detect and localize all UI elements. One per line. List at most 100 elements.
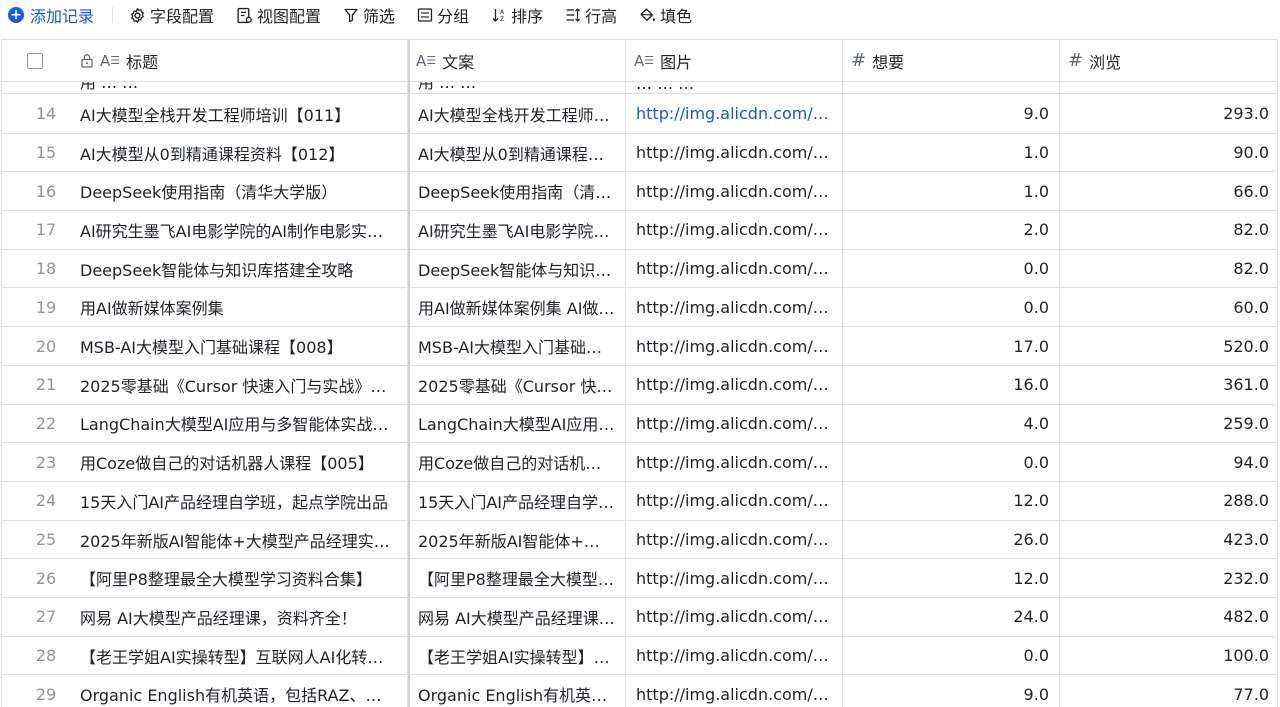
cell-views[interactable]: 77.0	[1060, 676, 1277, 707]
cell-image[interactable]: http://img.alicdn.com/bao/uploaded	[626, 249, 843, 288]
table-row[interactable]: 20 MSB-AI大模型入门基础课程【008】 MSB-AI大模型入门基础课程【00…	[2, 327, 1277, 366]
cell-image[interactable]: http://img.alicdn.com/bao/uploaded	[626, 365, 843, 404]
cell-title[interactable]: 2025零基础《Cursor 快速入门与实战》课程	[68, 365, 408, 404]
cell-copy[interactable]: 2025零基础《Cursor 快速入门与实战》	[408, 365, 626, 404]
cell-copy[interactable]: 【老王学姐AI实操转型】互联网人AI化	[408, 636, 626, 675]
cell-image[interactable]: http://img.alicdn.com/bao/uploaded	[626, 211, 843, 249]
group-button[interactable]: 分组	[417, 0, 469, 30]
table-row[interactable]: 27 网易 AI大模型产品经理课，资料齐全！ 网易 AI大模型产品经理课，资料齐全！…	[2, 598, 1277, 637]
table-row[interactable]: 26 【阿里P8整理最全大模型学习资料合集】 【阿里P8整理最全大模型学习资料合集】…	[2, 559, 1277, 599]
cell-title[interactable]: 用 … …	[68, 82, 408, 93]
cell-copy[interactable]: DeepSeek智能体与知识库搭建全攻略	[408, 249, 626, 288]
table-row[interactable]: 23 用Coze做自己的对话机器人课程【005】 用Coze做自己的对话机器人课程【…	[2, 443, 1277, 482]
cell-views[interactable]: 94.0	[1060, 443, 1277, 481]
table-row[interactable]: 18 DeepSeek智能体与知识库搭建全攻略 DeepSeek智能体与知识库搭建全…	[2, 249, 1277, 289]
field-config-button[interactable]: 字段配置	[129, 0, 214, 30]
cell-title[interactable]: AI大模型从0到精通课程资料【012】	[68, 133, 408, 172]
cell-title[interactable]: AI大模型全栈开发工程师培训【011】	[68, 95, 408, 133]
cell-image[interactable]: http://img.alicdn.com/bao/uploaded	[626, 327, 843, 365]
cell-want[interactable]: 0.0	[843, 288, 1060, 327]
table-row[interactable]: 15 AI大模型从0到精通课程资料【012】 AI大模型从0到精通课程资料【012】…	[2, 133, 1277, 173]
cell-want[interactable]	[843, 82, 1060, 93]
cell-copy[interactable]: AI大模型从0到精通课程资料【012】	[408, 133, 626, 172]
cell-want[interactable]: 24.0	[843, 598, 1060, 636]
cell-views[interactable]: 232.0	[1060, 559, 1277, 597]
cell-copy[interactable]: MSB-AI大模型入门基础课程【008】	[408, 327, 626, 365]
column-header-want[interactable]: # 想要	[843, 40, 1060, 81]
cell-title[interactable]: 用Coze做自己的对话机器人课程【005】	[68, 443, 408, 481]
cell-want[interactable]: 4.0	[843, 404, 1060, 443]
table-row[interactable]: 16 DeepSeek使用指南（清华大学版） DeepSeek使用指南（清华大学版）…	[2, 172, 1277, 212]
cell-title[interactable]: 网易 AI大模型产品经理课，资料齐全！	[68, 598, 408, 636]
view-config-button[interactable]: 视图配置	[236, 0, 321, 30]
cell-copy[interactable]: 【阿里P8整理最全大模型学习资料合集】	[408, 559, 626, 598]
cell-want[interactable]: 9.0	[843, 675, 1060, 707]
cell-want[interactable]: 1.0	[843, 133, 1060, 172]
cell-views[interactable]: 60.0	[1060, 289, 1277, 327]
cell-title[interactable]: LangChain大模型AI应用与多智能体实战开发	[68, 404, 408, 443]
table-row[interactable]: 19 用AI做新媒体案例集 用AI做新媒体案例集 AI做新媒体 http://img.…	[2, 288, 1277, 328]
cell-views[interactable]: 82.0	[1060, 250, 1277, 288]
select-all-checkbox[interactable]	[27, 52, 43, 69]
table-row[interactable]: 29 Organic English有机英语，包括RAZ、降维等 Organic E…	[2, 675, 1277, 707]
cell-copy[interactable]: 用AI做新媒体案例集 AI做新媒体	[408, 288, 626, 327]
cell-title[interactable]: AI研究生墨飞AI电影学院的AI制作电影实操课	[68, 211, 408, 249]
cell-views[interactable]: 361.0	[1060, 366, 1277, 404]
table-row[interactable]: 14 AI大模型全栈开发工程师培训【011】 AI大模型全栈开发工程师培训【011】…	[2, 95, 1277, 134]
cell-want[interactable]: 0.0	[843, 249, 1060, 288]
table-row[interactable]: 25 2025年新版AI智能体+大模型产品经理实战课 2025年新版AI智能体+大模…	[2, 520, 1277, 560]
cell-copy[interactable]: Organic English有机英语，包括RAZ	[408, 675, 626, 707]
cell-views[interactable]: 482.0	[1060, 598, 1277, 636]
cell-image[interactable]: http://img.alicdn.com/bao/uploaded	[626, 404, 843, 443]
cell-copy[interactable]: 用Coze做自己的对话机器人课程【005】	[408, 443, 626, 481]
cell-image[interactable]: http://img.alicdn.com/bao/uploaded	[626, 598, 843, 636]
cell-want[interactable]: 0.0	[843, 636, 1060, 675]
cell-views[interactable]: 100.0	[1060, 637, 1277, 675]
cell-image[interactable]: http://img.alicdn.com/bao/uploaded	[626, 636, 843, 675]
cell-image[interactable]: http://img.alicdn.com/bao/uploaded	[626, 482, 843, 520]
cell-want[interactable]: 26.0	[843, 520, 1060, 559]
cell-title[interactable]: 【阿里P8整理最全大模型学习资料合集】	[68, 559, 408, 598]
table-row[interactable]: 21 2025零基础《Cursor 快速入门与实战》课程 2025零基础《Curso…	[2, 365, 1277, 405]
cell-want[interactable]: 12.0	[843, 482, 1060, 520]
cell-image[interactable]: http://img.alicdn.com/bao/uploaded	[626, 559, 843, 598]
table-row[interactable]: 28 【老王学姐AI实操转型】互联网人AI化转型课 【老王学姐AI实操转型】互联网人…	[2, 636, 1277, 676]
cell-image[interactable]: http://img.alicdn.com/bao/uploaded	[626, 675, 843, 707]
cell-title[interactable]: 15天入门AI产品经理自学班，起点学院出品	[68, 482, 408, 520]
cell-views[interactable]: 90.0	[1060, 134, 1277, 172]
cell-image[interactable]: http://img.alicdn.com/bao/uploaded	[626, 288, 843, 327]
table-row-partial[interactable]: 用 … … 用 … … … … …	[2, 82, 1277, 94]
cell-views[interactable]: 293.0	[1060, 95, 1277, 133]
cell-title[interactable]: Organic English有机英语，包括RAZ、降维等	[68, 675, 408, 707]
table-row[interactable]: 24 15天入门AI产品经理自学班，起点学院出品 15天入门AI产品经理自学班，起点…	[2, 482, 1277, 521]
cell-image[interactable]: http://img.alicdn.com/bao/uploaded	[626, 95, 843, 133]
cell-views[interactable]: 66.0	[1060, 172, 1277, 210]
cell-link-text[interactable]: http://img.alicdn.com/bao/uploaded	[636, 104, 832, 123]
cell-views[interactable]: 259.0	[1060, 405, 1277, 443]
cell-copy[interactable]: 网易 AI大模型产品经理课，资料齐全！	[408, 598, 626, 636]
cell-views[interactable]: 423.0	[1060, 521, 1277, 559]
cell-want[interactable]: 1.0	[843, 172, 1060, 211]
cell-copy[interactable]: LangChain大模型AI应用与多智能体	[408, 404, 626, 443]
sort-button[interactable]: AZ 排序	[491, 0, 543, 30]
cell-title[interactable]: DeepSeek智能体与知识库搭建全攻略	[68, 249, 408, 288]
cell-want[interactable]: 17.0	[843, 327, 1060, 365]
cell-image[interactable]: http://img.alicdn.com/bao/uploaded	[626, 172, 843, 211]
cell-want[interactable]: 9.0	[843, 95, 1060, 133]
cell-views[interactable]: 288.0	[1060, 482, 1277, 520]
cell-copy[interactable]: 用 … …	[408, 82, 626, 93]
cell-title[interactable]: 用AI做新媒体案例集	[68, 288, 408, 327]
cell-title[interactable]: 2025年新版AI智能体+大模型产品经理实战课	[68, 520, 408, 559]
cell-copy[interactable]: AI研究生墨飞AI电影学院的AI制作电影	[408, 211, 626, 249]
cell-image[interactable]: http://img.alicdn.com/bao/uploaded	[626, 443, 843, 481]
filter-button[interactable]: 筛选	[343, 0, 395, 30]
cell-title[interactable]: 【老王学姐AI实操转型】互联网人AI化转型课	[68, 636, 408, 675]
column-header-copy[interactable]: A ☰ 文案	[408, 40, 626, 81]
cell-want[interactable]: 2.0	[843, 211, 1060, 249]
fill-color-button[interactable]: 填色	[639, 0, 692, 30]
cell-views[interactable]: 82.0	[1060, 211, 1277, 249]
cell-copy[interactable]: AI大模型全栈开发工程师培训【011】	[408, 95, 626, 133]
cell-views[interactable]: 520.0	[1060, 327, 1277, 365]
cell-want[interactable]: 12.0	[843, 559, 1060, 598]
cell-image[interactable]: http://img.alicdn.com/bao/uploaded	[626, 520, 843, 559]
